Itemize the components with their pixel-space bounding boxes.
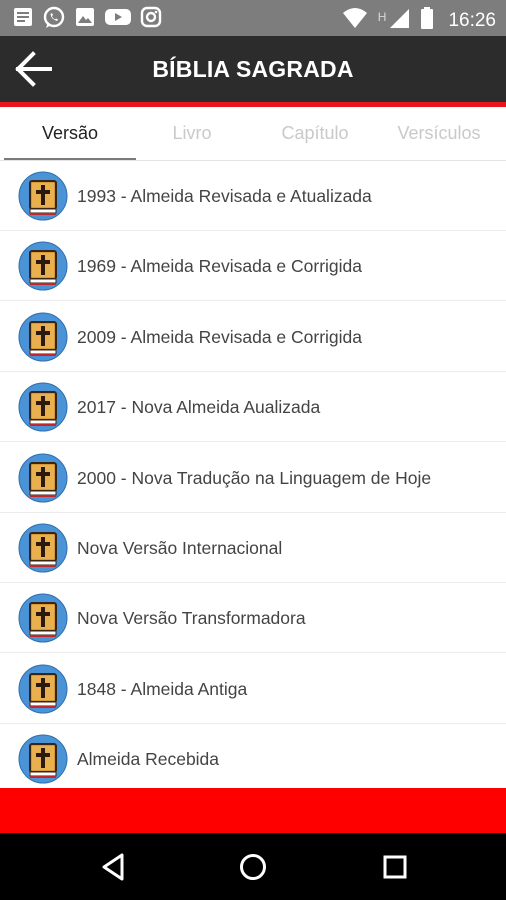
page-title: BÍBLIA SAGRADA <box>152 56 354 82</box>
nav-recents-button[interactable] <box>378 850 412 884</box>
list-item[interactable]: Nova Versão Internacional <box>0 513 506 583</box>
list-item-label: Almeida Recebida <box>77 749 220 770</box>
bible-icon <box>18 664 68 714</box>
bible-icon <box>18 171 68 221</box>
bible-icon <box>18 312 68 362</box>
battery-icon <box>420 6 434 35</box>
list-item[interactable]: Almeida Recebida <box>0 724 506 788</box>
list-item[interactable]: 1848 - Almeida Antiga <box>0 654 506 724</box>
list-item-label: 1848 - Almeida Antiga <box>77 678 248 699</box>
bible-icon <box>18 453 68 503</box>
tab-capitulo[interactable]: Capítulo <box>252 107 378 161</box>
bible-icon <box>18 593 68 643</box>
whatsapp-icon <box>42 6 66 30</box>
system-nav-bar <box>0 833 506 900</box>
tab-versao[interactable]: Versão <box>4 107 136 161</box>
list-item-label: 2009 - Almeida Revisada e Corrigida <box>77 326 363 347</box>
nav-home-button[interactable] <box>236 850 270 884</box>
list-item-label: Nova Versão Internacional <box>77 538 283 558</box>
news-icon <box>12 6 34 30</box>
list-item[interactable]: 2009 - Almeida Revisada e Corrigida <box>0 302 506 372</box>
bible-icon <box>18 523 68 573</box>
list-item[interactable]: 2000 - Nova Tradução na Linguagem de Hoj… <box>0 443 506 513</box>
tab-indicator <box>4 158 136 160</box>
gallery-icon <box>74 6 96 30</box>
nav-back-button[interactable] <box>97 850 131 884</box>
bible-icon <box>18 382 68 432</box>
bible-icon <box>18 734 68 784</box>
tab-livro[interactable]: Livro <box>128 107 256 161</box>
notification-icons <box>12 6 162 30</box>
bible-icon <box>18 241 68 291</box>
recents-square-icon <box>383 855 407 879</box>
clock: 16:26 <box>448 9 496 31</box>
list-item[interactable]: 1969 - Almeida Revisada e Corrigida <box>0 231 506 302</box>
back-button[interactable] <box>14 50 54 88</box>
list-item-label: 2017 - Nova Almeida Aualizada <box>77 397 321 418</box>
ad-banner[interactable] <box>0 788 506 833</box>
wifi-icon <box>342 7 368 34</box>
list-item[interactable]: 1993 - Almeida Revisada e Atualizada <box>0 161 506 231</box>
system-status: H 16:26 <box>342 6 496 35</box>
list-item-label: 2000 - Nova Tradução na Linguagem de Hoj… <box>77 467 432 488</box>
app-bar: BÍBLIA SAGRADA <box>0 36 506 102</box>
back-triangle-icon <box>102 853 124 881</box>
signal-icon <box>388 7 410 34</box>
status-bar: H 16:26 <box>0 0 506 36</box>
arrow-left-icon <box>15 51 52 87</box>
list-item-label: Nova Versão Transformadora <box>77 608 306 629</box>
home-circle-icon <box>240 854 266 880</box>
network-type-label: H <box>377 9 387 24</box>
list-item-label: 1969 - Almeida Revisada e Corrigida <box>77 256 363 277</box>
tab-versiculos[interactable]: Versículos <box>376 107 502 161</box>
youtube-icon <box>104 6 132 30</box>
list-item-label: 1993 - Almeida Revisada e Atualizada <box>77 186 372 206</box>
list-item[interactable]: Nova Versão Transformadora <box>0 583 506 654</box>
tab-bar: Versão Livro Capítulo Versículos <box>0 107 506 161</box>
instagram-icon <box>140 6 162 30</box>
list-item[interactable]: 2017 - Nova Almeida Aualizada <box>0 372 506 443</box>
version-list: 1993 - Almeida Revisada e Atualizada 1969… <box>0 161 506 788</box>
